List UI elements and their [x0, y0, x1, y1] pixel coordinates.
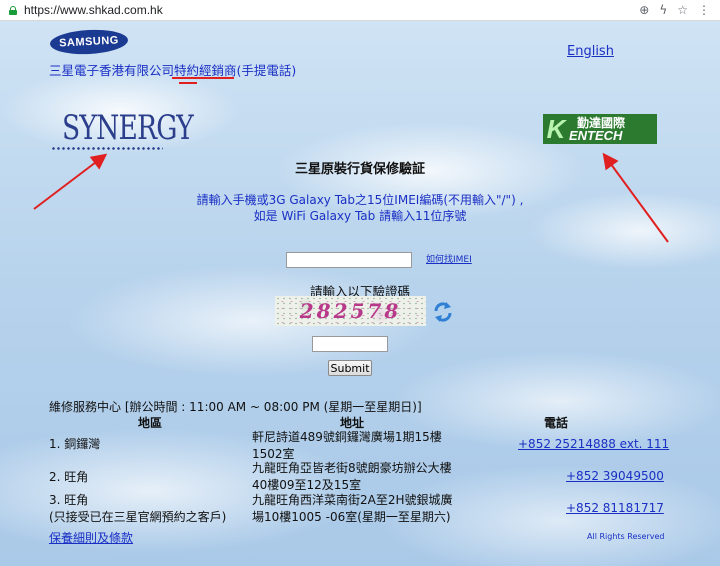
row-3-address-line-2: 場10樓1005 -06室(星期一至星期六): [252, 510, 451, 524]
captcha-image: 282578: [275, 296, 426, 326]
captcha-code: 282578: [299, 299, 402, 323]
warranty-terms-link[interactable]: 保養細則及條款: [49, 529, 133, 546]
form-instructions: 請輸入手機或3G Galaxy Tab之15位IMEI編碼(不用輸入"/") ,…: [0, 192, 720, 224]
row-3-district-note: (只接受已在三星官網預約之客戶): [49, 510, 227, 524]
captcha-input[interactable]: [312, 336, 388, 352]
row-2-phone-link[interactable]: +852 39049500: [566, 469, 664, 483]
instruction-line-2: 如是 WiFi Galaxy Tab 請輸入11位序號: [253, 209, 467, 223]
row-2-address: 九龍旺角亞皆老街8號朗豪坊辦公大樓 40樓09至12及15室: [252, 460, 452, 494]
how-to-find-imei-link[interactable]: 如何找IMEI: [426, 252, 472, 265]
all-rights-reserved: All Rights Reserved: [587, 532, 665, 541]
row-3-address-line-1: 九龍旺角西洋菜南街2A至2H號銀城廣: [252, 493, 453, 507]
service-centre-title: 維修服務中心 [辦公時間 : 11:00 AM ~ 08:00 PM (星期一至…: [49, 400, 422, 414]
row-3-district-name: 3. 旺角: [49, 493, 89, 507]
form-heading: 三星原裝行貨保修驗証: [294, 162, 425, 177]
row-2-district: 2. 旺角: [49, 470, 89, 484]
row-3-address: 九龍旺角西洋菜南街2A至2H號銀城廣 場10樓1005 -06室(星期一至星期六…: [252, 492, 453, 526]
row-2-address-line-1: 九龍旺角亞皆老街8號朗豪坊辦公大樓: [252, 461, 452, 475]
row-1-address: 軒尼詩道489號銅鑼灣廣場1期15樓 1502室: [252, 429, 442, 463]
instruction-line-1: 請輸入手機或3G Galaxy Tab之15位IMEI編碼(不用輸入"/") ,: [196, 193, 524, 207]
row-1-district: 1. 銅鑼灣: [49, 437, 101, 451]
row-3-phone-link[interactable]: +852 81181717: [566, 501, 664, 515]
submit-button[interactable]: Submit: [328, 360, 372, 376]
refresh-icon[interactable]: [433, 301, 453, 323]
row-1-phone-link[interactable]: +852 25214888 ext. 111: [518, 437, 669, 451]
imei-input[interactable]: [286, 252, 412, 268]
district-header: 地區: [138, 416, 163, 430]
row-1-address-line-1: 軒尼詩道489號銅鑼灣廣場1期15樓: [252, 430, 442, 444]
phone-header: 電話: [544, 416, 569, 430]
row-3-district: 3. 旺角 (只接受已在三星官網預約之客戶): [49, 492, 226, 526]
